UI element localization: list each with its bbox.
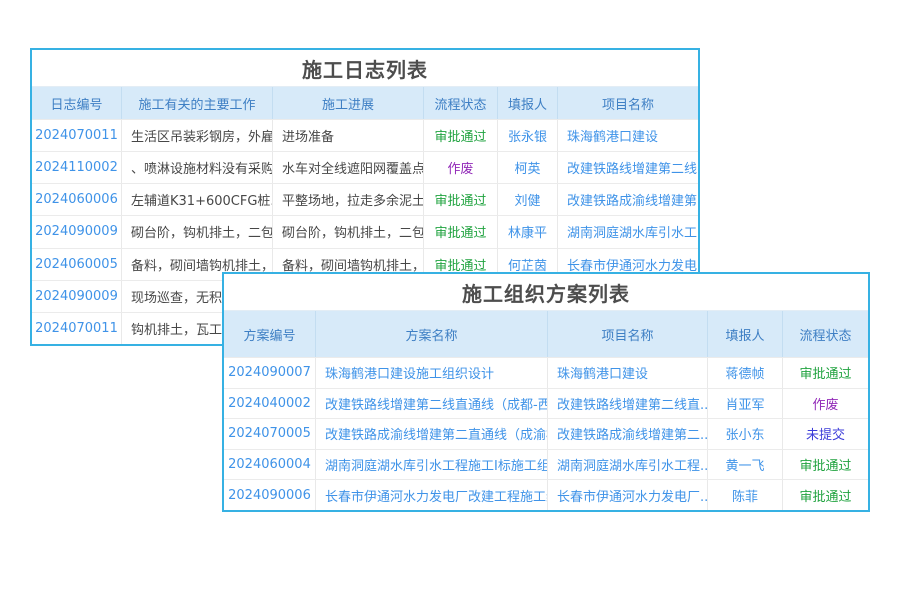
- cell-status: 审批通过: [424, 184, 498, 215]
- cell-project: 改建铁路线增建第二线直...: [548, 389, 708, 419]
- table-row: 2024070011 生活区吊装彩钢房，外雇... 进场准备 审批通过 张永银 …: [32, 119, 698, 151]
- cell-plan-name[interactable]: 长春市伊通河水力发电厂改建工程施工组...: [316, 480, 548, 510]
- cell-project: 改建铁路线增建第二线...: [558, 152, 698, 183]
- cell-log-id[interactable]: 2024060005: [32, 249, 122, 280]
- cell-log-id[interactable]: 2024090009: [32, 216, 122, 247]
- column-header-log-id: 日志编号: [32, 87, 122, 119]
- cell-project: 珠海鹤港口建设: [548, 358, 708, 388]
- cell-plan-id[interactable]: 2024060004: [224, 450, 316, 480]
- cell-status: 作废: [424, 152, 498, 183]
- cell-plan-id[interactable]: 2024090006: [224, 480, 316, 510]
- cell-reporter: 张小东: [708, 419, 783, 449]
- column-header-project: 项目名称: [548, 311, 708, 357]
- cell-status: 审批通过: [783, 450, 868, 480]
- cell-progress: 砌台阶，钩机排土，二包...: [273, 216, 424, 247]
- cell-plan-name[interactable]: 湖南洞庭湖水库引水工程施工I标施工组织...: [316, 450, 548, 480]
- cell-reporter: 蒋德帧: [708, 358, 783, 388]
- cell-status: 审批通过: [424, 216, 498, 247]
- cell-project: 改建铁路成渝线增建第二...: [548, 419, 708, 449]
- cell-plan-id[interactable]: 2024040002: [224, 389, 316, 419]
- cell-plan-name[interactable]: 珠海鹤港口建设施工组织设计: [316, 358, 548, 388]
- cell-plan-name[interactable]: 改建铁路成渝线增建第二直通线（成渝枢...: [316, 419, 548, 449]
- table-row: 2024060006 左辅道K31+600CFG桩... 平整场地，拉走多余泥土…: [32, 183, 698, 215]
- cell-main-work: 生活区吊装彩钢房，外雇...: [122, 120, 273, 151]
- table-row: 2024090006 长春市伊通河水力发电厂改建工程施工组... 长春市伊通河水…: [224, 479, 868, 510]
- cell-main-work: 、喷淋设施材料没有采购...: [122, 152, 273, 183]
- construction-plan-table: 施工组织方案列表 方案编号 方案名称 项目名称 填报人 流程状态 2024090…: [222, 272, 870, 512]
- cell-reporter: 陈菲: [708, 480, 783, 510]
- table-row: 2024090007 珠海鹤港口建设施工组织设计 珠海鹤港口建设 蒋德帧 审批通…: [224, 357, 868, 388]
- cell-status: 作废: [783, 389, 868, 419]
- cell-plan-name[interactable]: 改建铁路线增建第二线直通线（成都-西...: [316, 389, 548, 419]
- plan-table-title: 施工组织方案列表: [224, 274, 868, 311]
- cell-progress: 水车对全线遮阳网覆盖点...: [273, 152, 424, 183]
- cell-project: 湖南洞庭湖水库引水工...: [558, 216, 698, 247]
- column-header-status: 流程状态: [783, 311, 868, 357]
- plan-table-header-row: 方案编号 方案名称 项目名称 填报人 流程状态: [224, 311, 868, 357]
- table-row: 2024070005 改建铁路成渝线增建第二直通线（成渝枢... 改建铁路成渝线…: [224, 418, 868, 449]
- cell-status: 审批通过: [783, 480, 868, 510]
- cell-log-id[interactable]: 2024090009: [32, 281, 122, 312]
- cell-reporter: 肖亚军: [708, 389, 783, 419]
- cell-reporter: 柯英: [498, 152, 558, 183]
- cell-status: 审批通过: [783, 358, 868, 388]
- cell-reporter: 刘健: [498, 184, 558, 215]
- cell-project: 珠海鹤港口建设: [558, 120, 698, 151]
- cell-log-id[interactable]: 2024070011: [32, 120, 122, 151]
- table-row: 2024110002 、喷淋设施材料没有采购... 水车对全线遮阳网覆盖点...…: [32, 151, 698, 183]
- cell-plan-id[interactable]: 2024090007: [224, 358, 316, 388]
- column-header-reporter: 填报人: [708, 311, 783, 357]
- cell-reporter: 黄一飞: [708, 450, 783, 480]
- cell-project: 长春市伊通河水力发电厂...: [548, 480, 708, 510]
- cell-main-work: 砌台阶，钩机排土，二包...: [122, 216, 273, 247]
- column-header-status: 流程状态: [424, 87, 498, 119]
- cell-plan-id[interactable]: 2024070005: [224, 419, 316, 449]
- column-header-reporter: 填报人: [498, 87, 558, 119]
- cell-reporter: 张永银: [498, 120, 558, 151]
- log-table-title: 施工日志列表: [32, 50, 698, 87]
- column-header-project: 项目名称: [558, 87, 698, 119]
- cell-reporter: 林康平: [498, 216, 558, 247]
- cell-log-id[interactable]: 2024110002: [32, 152, 122, 183]
- cell-project: 湖南洞庭湖水库引水工程...: [548, 450, 708, 480]
- column-header-progress: 施工进展: [273, 87, 424, 119]
- column-header-plan-id: 方案编号: [224, 311, 316, 357]
- cell-project: 改建铁路成渝线增建第...: [558, 184, 698, 215]
- cell-log-id[interactable]: 2024060006: [32, 184, 122, 215]
- cell-progress: 进场准备: [273, 120, 424, 151]
- cell-status: 审批通过: [424, 120, 498, 151]
- column-header-main-work: 施工有关的主要工作: [122, 87, 273, 119]
- cell-main-work: 左辅道K31+600CFG桩...: [122, 184, 273, 215]
- table-row: 2024090009 砌台阶，钩机排土，二包... 砌台阶，钩机排土，二包...…: [32, 215, 698, 247]
- log-table-header-row: 日志编号 施工有关的主要工作 施工进展 流程状态 填报人 项目名称: [32, 87, 698, 119]
- cell-progress: 平整场地，拉走多余泥土...: [273, 184, 424, 215]
- cell-log-id[interactable]: 2024070011: [32, 313, 122, 344]
- table-row: 2024040002 改建铁路线增建第二线直通线（成都-西... 改建铁路线增建…: [224, 388, 868, 419]
- column-header-plan-name: 方案名称: [316, 311, 548, 357]
- table-row: 2024060004 湖南洞庭湖水库引水工程施工I标施工组织... 湖南洞庭湖水…: [224, 449, 868, 480]
- cell-status: 未提交: [783, 419, 868, 449]
